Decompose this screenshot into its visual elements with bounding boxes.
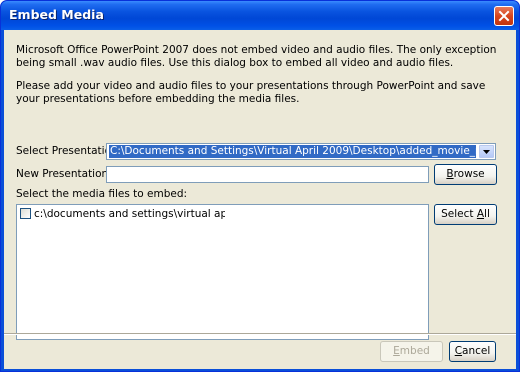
- cancel-label-accel: C: [454, 345, 463, 357]
- close-button[interactable]: [494, 6, 514, 26]
- footer-divider: [4, 333, 516, 335]
- select-all-label-accel: A: [476, 208, 485, 220]
- list-item[interactable]: c:\documents and settings\virtual april …: [20, 208, 225, 221]
- browse-button[interactable]: Browse: [434, 164, 497, 185]
- select-presentation-dropdown[interactable]: C:\Documents and Settings\Virtual April …: [106, 143, 496, 160]
- media-files-list[interactable]: c:\documents and settings\virtual april …: [16, 204, 429, 340]
- select-all-label-post: ll: [484, 208, 490, 220]
- embed-media-dialog: Embed Media Microsoft Office PowerPoint …: [0, 0, 520, 372]
- media-list-label: Select the media files to embed:: [16, 188, 188, 200]
- dialog-body: Microsoft Office PowerPoint 2007 does no…: [4, 30, 516, 369]
- browse-label-accel: B: [446, 168, 454, 180]
- browse-label-post: rowse: [453, 168, 485, 180]
- cancel-button[interactable]: Cancel: [449, 341, 496, 362]
- select-presentation-value: C:\Documents and Settings\Virtual April …: [109, 145, 476, 158]
- title-bar[interactable]: Embed Media: [1, 1, 519, 30]
- description-text: Microsoft Office PowerPoint 2007 does no…: [16, 44, 497, 69]
- embed-button[interactable]: Embed: [380, 341, 443, 362]
- media-file-path: c:\documents and settings\virtual april …: [34, 208, 225, 220]
- embed-label-accel: E: [393, 345, 400, 357]
- embed-label-post: mbed: [399, 345, 430, 357]
- new-presentation-label: New Presentation:: [16, 168, 112, 180]
- cancel-label-post: ancel: [462, 345, 491, 357]
- close-icon: [498, 10, 510, 22]
- window-title: Embed Media: [9, 7, 104, 22]
- dropdown-arrow-button[interactable]: [479, 145, 494, 158]
- new-presentation-input[interactable]: [106, 166, 429, 183]
- select-all-button[interactable]: Select All: [434, 204, 497, 225]
- chevron-down-icon: [483, 149, 490, 154]
- instruction-text: Please add your video and audio files to…: [16, 80, 486, 105]
- checkbox-icon[interactable]: [20, 208, 31, 219]
- select-all-label-pre: Select: [441, 208, 477, 220]
